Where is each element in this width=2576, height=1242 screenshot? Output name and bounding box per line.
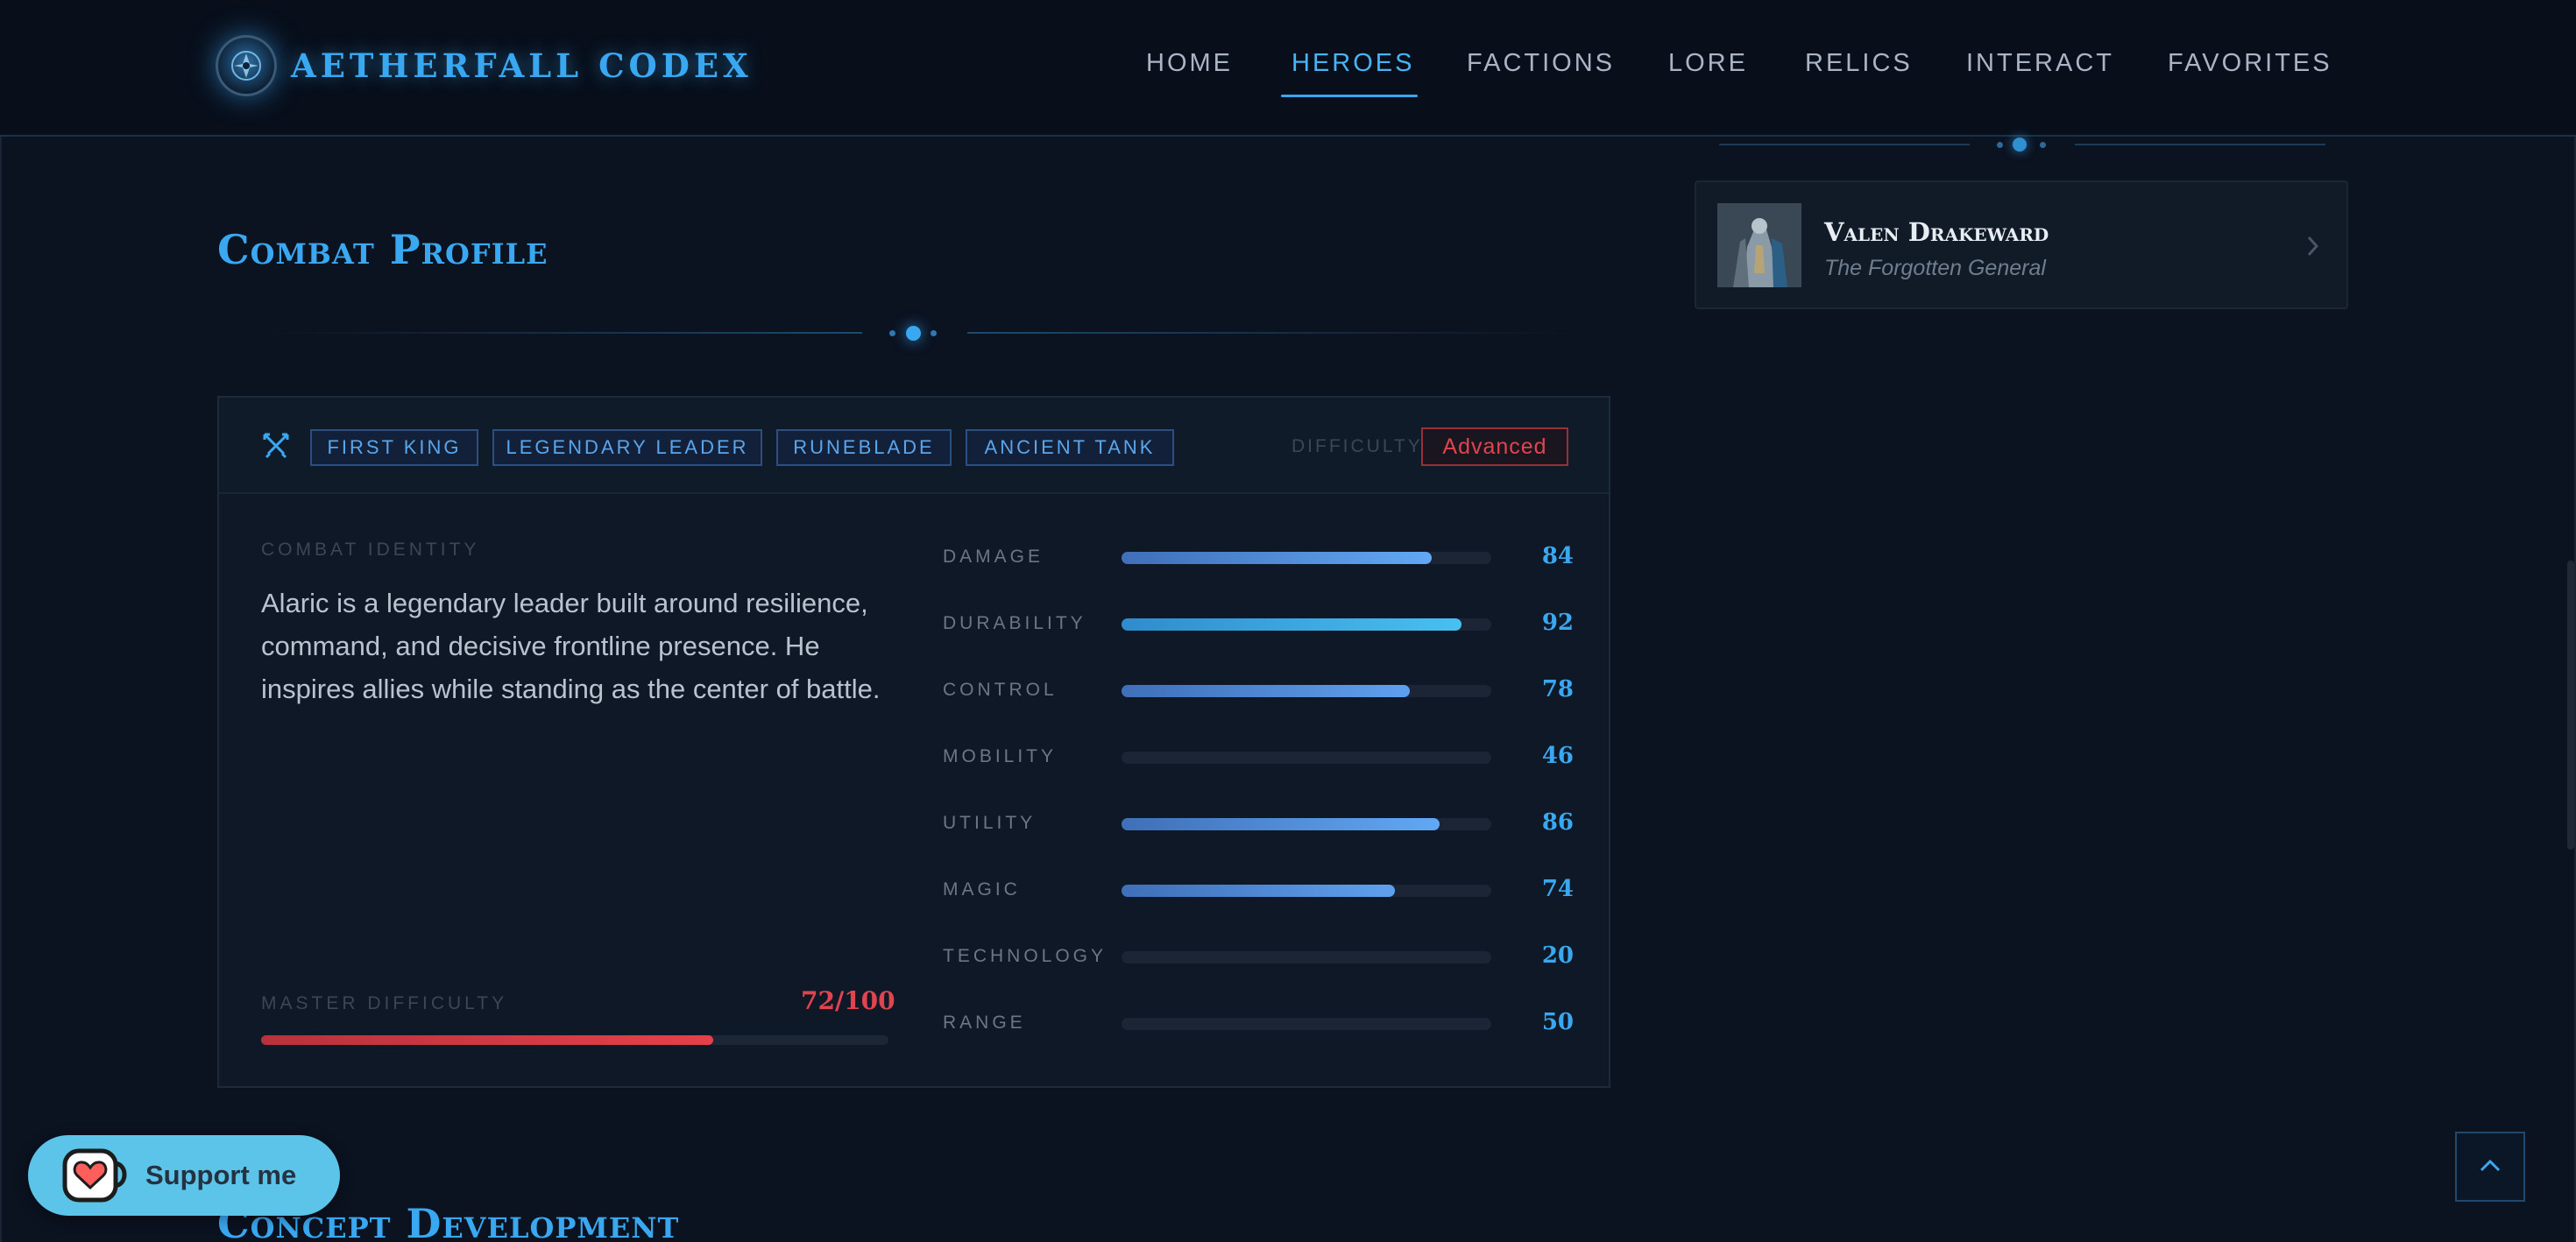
- crest-emblem-icon: [216, 35, 277, 96]
- stat-bar-fill: [1122, 552, 1433, 564]
- stat-value: 84: [1541, 543, 1574, 569]
- stat-bar: [1122, 818, 1491, 830]
- stat-row-mobility: MOBILITY 46: [943, 739, 1574, 774]
- stat-row-magic: MAGIC 74: [943, 872, 1574, 907]
- combat-profile-panel: FIRST KING LEGENDARY LEADER RUNEBLADE AN…: [217, 396, 1610, 1088]
- master-difficulty-value: 72/100: [801, 986, 895, 1015]
- site-header: AETHERFALL CODEX HOME HEROES FACTIONS LO…: [0, 0, 2576, 137]
- difficulty-label: DIFFICULTY: [1292, 436, 1423, 456]
- stat-row-durability: DURABILITY 92: [943, 606, 1574, 641]
- tag-first-king[interactable]: FIRST KING: [310, 429, 478, 466]
- section-divider-left: [259, 332, 862, 334]
- combat-identity-text: Alaric is a legendary leader built aroun…: [261, 588, 881, 704]
- related-hero-card[interactable]: Valen Drakeward The Forgotten General: [1695, 180, 2348, 309]
- stat-value: 50: [1541, 1009, 1574, 1035]
- crossed-swords-icon: [261, 431, 291, 465]
- stat-value: 74: [1541, 876, 1574, 902]
- sidebar-divider-left: [1719, 144, 1970, 145]
- stat-label: DAMAGE: [943, 547, 1044, 567]
- nav-interact[interactable]: INTERACT: [1966, 49, 2114, 78]
- sidebar-divider-dot: [2013, 138, 2027, 152]
- support-me-button[interactable]: Support me: [28, 1135, 340, 1216]
- combat-identity-label: COMBAT IDENTITY: [261, 540, 480, 560]
- master-difficulty-label: MASTER DIFFICULTY: [261, 993, 508, 1013]
- stat-bar: [1122, 552, 1491, 564]
- stat-label: DURABILITY: [943, 613, 1086, 633]
- nav-home[interactable]: HOME: [1146, 49, 1233, 78]
- stat-bar: [1122, 685, 1491, 697]
- hero-portrait: [1717, 203, 1801, 287]
- stat-row-range: RANGE 50: [943, 1006, 1574, 1041]
- section-divider-dot: [889, 330, 895, 336]
- stat-label: MAGIC: [943, 879, 1021, 900]
- sidebar-divider-right: [2075, 144, 2325, 145]
- stat-value: 92: [1541, 610, 1574, 636]
- nav-heroes[interactable]: HEROES: [1292, 49, 1414, 78]
- nav-factions[interactable]: FACTIONS: [1467, 49, 1615, 78]
- stat-value: 78: [1541, 676, 1574, 702]
- tag-runeblade[interactable]: RUNEBLADE: [776, 429, 952, 466]
- combat-profile-header: FIRST KING LEGENDARY LEADER RUNEBLADE AN…: [219, 398, 1609, 494]
- stat-row-technology: TECHNOLOGY 20: [943, 939, 1574, 974]
- section-divider-dot: [931, 330, 937, 336]
- stat-bar: [1122, 1018, 1491, 1030]
- stat-bar: [1122, 885, 1491, 897]
- stat-label: RANGE: [943, 1013, 1026, 1033]
- stat-value: 86: [1541, 809, 1574, 836]
- nav-lore[interactable]: LORE: [1668, 49, 1748, 78]
- stat-bar-fill: [1122, 818, 1440, 830]
- scrollbar-thumb[interactable]: [2567, 561, 2574, 850]
- nav-active-indicator: [1281, 95, 1418, 97]
- stat-label: UTILITY: [943, 813, 1037, 833]
- stat-bar: [1122, 618, 1491, 631]
- stat-bar-fill: [1122, 885, 1396, 897]
- master-difficulty-fill: [261, 1035, 713, 1045]
- site-logo[interactable]: AETHERFALL CODEX: [216, 35, 753, 96]
- tag-legendary-leader[interactable]: LEGENDARY LEADER: [492, 429, 762, 466]
- stat-row-control: CONTROL 78: [943, 673, 1574, 708]
- chevron-right-icon: [2304, 233, 2322, 264]
- site-title: AETHERFALL CODEX: [291, 46, 753, 85]
- master-difficulty-bar: [261, 1035, 888, 1045]
- window-frame-left: [0, 0, 2, 1242]
- section-divider-right: [967, 332, 1581, 334]
- coffee-cup-heart-icon: [61, 1147, 131, 1208]
- stat-label: CONTROL: [943, 680, 1058, 700]
- sidebar-divider-dot: [1997, 142, 2003, 148]
- stat-bar-fill: [1122, 685, 1411, 697]
- stat-bar: [1122, 951, 1491, 963]
- stat-row-utility: UTILITY 86: [943, 806, 1574, 841]
- stat-value: 46: [1541, 743, 1574, 769]
- related-hero-name: Valen Drakeward: [1824, 217, 2049, 247]
- related-hero-subtitle: The Forgotten General: [1824, 256, 2046, 280]
- nav-favorites[interactable]: FAVORITES: [2168, 49, 2332, 78]
- stat-bar-fill: [1122, 618, 1462, 631]
- stat-bar: [1122, 752, 1491, 764]
- nav-relics[interactable]: RELICS: [1805, 49, 1913, 78]
- section-title-combat-profile: Combat Profile: [217, 226, 548, 273]
- tag-ancient-tank[interactable]: ANCIENT TANK: [966, 429, 1174, 466]
- stat-label: TECHNOLOGY: [943, 946, 1108, 966]
- chevron-up-icon: [2478, 1156, 2502, 1178]
- stat-row-damage: DAMAGE 84: [943, 540, 1574, 575]
- scroll-to-top-button[interactable]: [2455, 1132, 2525, 1202]
- sidebar-divider-dot: [2040, 142, 2046, 148]
- section-divider-dot: [906, 326, 921, 341]
- stat-label: MOBILITY: [943, 746, 1058, 766]
- difficulty-badge: Advanced: [1421, 427, 1568, 466]
- stat-value: 20: [1541, 942, 1574, 969]
- support-me-label: Support me: [145, 1160, 297, 1190]
